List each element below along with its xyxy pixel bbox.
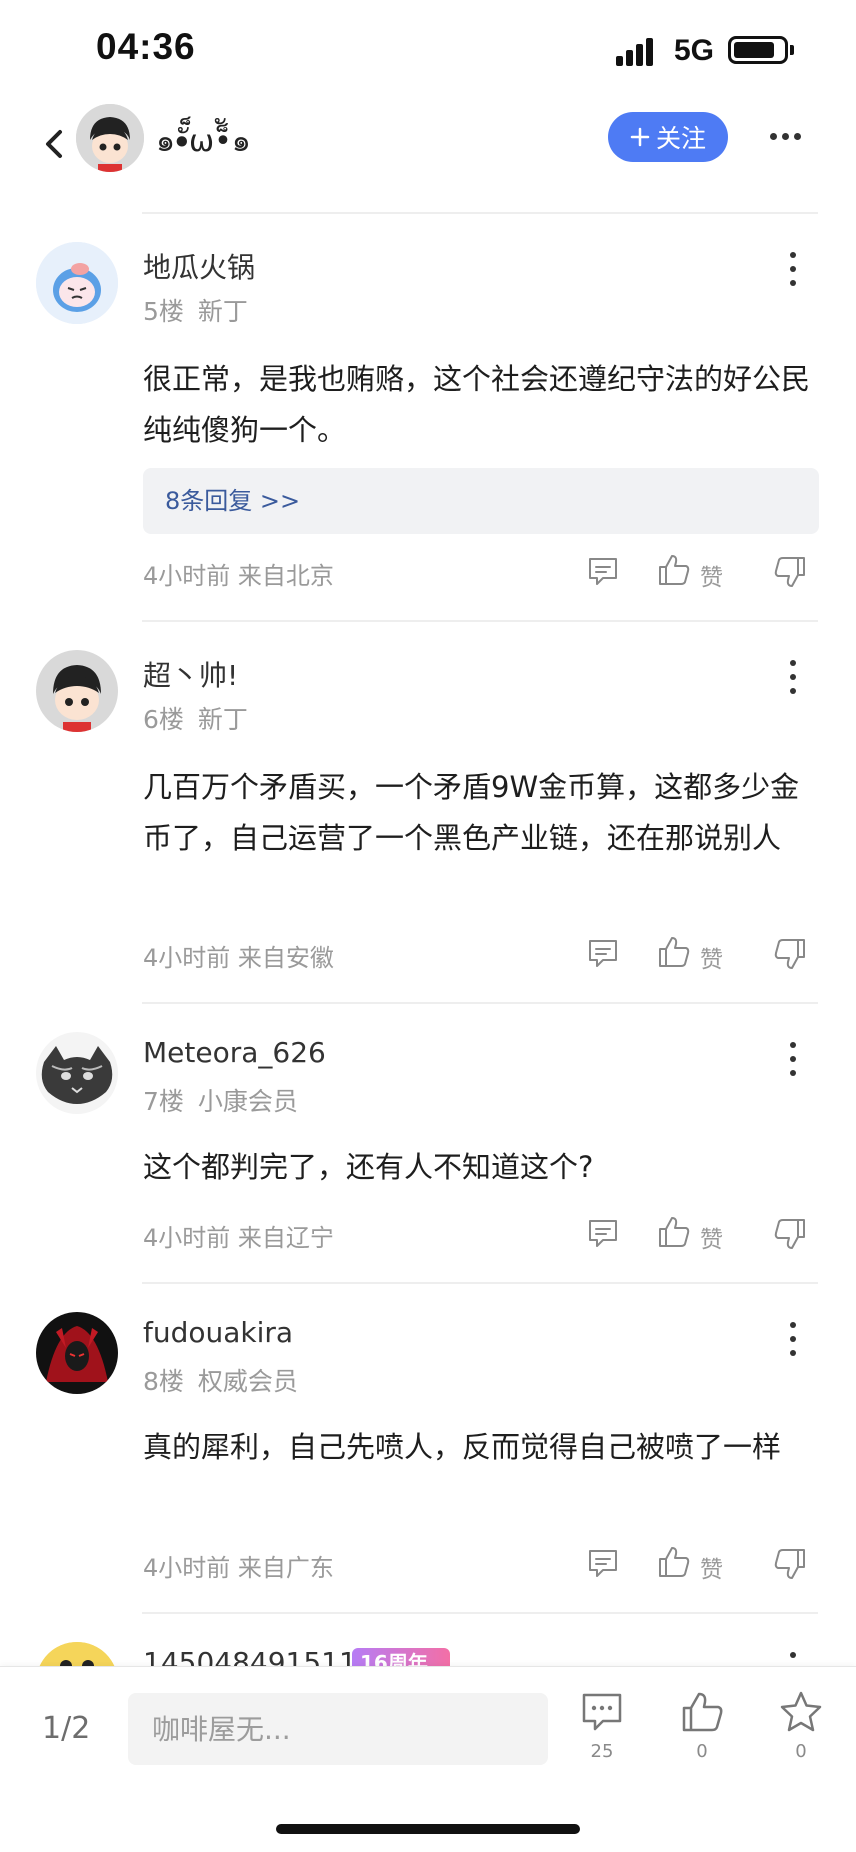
like-count: 0 — [696, 1741, 708, 1762]
comment-footer: 4小时前 来自广东 赞 — [0, 1544, 856, 1584]
comments-button[interactable]: 25 — [572, 1689, 632, 1762]
comment-count: 25 — [590, 1741, 614, 1762]
plus-icon — [630, 127, 650, 147]
commenter-name[interactable]: Meteora_626 — [143, 1036, 326, 1069]
reply-icon[interactable] — [586, 1546, 620, 1580]
comment-meta: 7楼 小康会员 — [143, 1082, 298, 1118]
thumbs-up-icon[interactable] — [656, 1544, 692, 1580]
chevron-left-icon — [46, 130, 62, 158]
comment-more-button[interactable] — [788, 252, 798, 286]
status-time: 04:36 — [96, 26, 196, 67]
thumbs-up-icon[interactable] — [656, 934, 692, 970]
commenter-name[interactable]: fudouakira — [143, 1316, 293, 1349]
comment-text: 几百万个矛盾买，一个矛盾9W金币算，这都多少金币了，自己运营了一个黑色产业链，还… — [143, 770, 800, 855]
view-replies-link[interactable]: 8条回复 >> — [143, 468, 819, 534]
floor-label: 7楼 — [143, 1087, 184, 1116]
thumbs-up-icon — [682, 1692, 723, 1732]
comment-footer: 4小时前 来自北京 赞 — [0, 552, 856, 592]
thumbs-up-icon[interactable] — [656, 552, 692, 588]
reply-icon[interactable] — [586, 936, 620, 970]
divider — [142, 212, 818, 214]
reply-icon[interactable] — [586, 554, 620, 588]
floor-label: 8楼 — [143, 1367, 184, 1396]
home-indicator[interactable] — [276, 1824, 580, 1834]
commenter-avatar[interactable] — [36, 1312, 118, 1394]
status-bar: 04:36 5G — [0, 0, 856, 100]
comment-meta: 5楼 新丁 — [143, 292, 248, 328]
comment-text: 很正常，是我也贿赂，这个社会还遵纪守法的好公民纯纯傻狗一个。 — [143, 362, 811, 447]
author-avatar[interactable] — [76, 104, 144, 172]
dot-icon — [770, 132, 777, 140]
commenter-name[interactable]: 超丶帅! — [143, 654, 238, 694]
commenter-avatar[interactable] — [36, 1032, 118, 1114]
like-label[interactable]: 赞 — [700, 1220, 723, 1254]
comment-meta: 8楼 权威会员 — [143, 1362, 298, 1398]
floor-label: 5楼 — [143, 297, 184, 326]
commenter-avatar[interactable] — [36, 242, 118, 324]
thumbs-up-icon[interactable] — [656, 1214, 692, 1250]
member-level: 新丁 — [197, 705, 248, 734]
divider — [142, 620, 818, 622]
comment-bubble-icon — [582, 1693, 622, 1731]
battery-icon — [728, 36, 788, 64]
follow-label: 关注 — [655, 124, 706, 153]
member-level: 权威会员 — [197, 1367, 298, 1396]
dot-icon — [794, 132, 801, 140]
comment-time-location: 4小时前 来自安徽 — [143, 944, 334, 972]
like-label[interactable]: 赞 — [700, 1550, 723, 1584]
member-level: 新丁 — [197, 297, 248, 326]
comment-more-button[interactable] — [788, 660, 798, 694]
author-name[interactable]: ๑•ั็ω•็ั๑ — [156, 118, 251, 165]
thumbs-down-icon[interactable] — [772, 1216, 808, 1252]
commenter-name[interactable]: 地瓜火锅 — [143, 246, 255, 286]
page-indicator[interactable]: 1/2 — [42, 1711, 90, 1746]
star-count: 0 — [795, 1741, 807, 1762]
battery-tip — [790, 45, 794, 55]
network-label: 5G — [674, 34, 715, 67]
star-icon — [780, 1691, 822, 1732]
comment-time-location: 4小时前 来自辽宁 — [143, 1224, 334, 1252]
thumbs-down-icon[interactable] — [772, 554, 808, 590]
thumbs-down-icon[interactable] — [772, 936, 808, 972]
reply-icon[interactable] — [586, 1216, 620, 1250]
follow-button[interactable]: 关注 — [608, 112, 728, 162]
comment-footer: 4小时前 来自辽宁 赞 — [0, 1214, 856, 1254]
divider — [142, 1612, 818, 1614]
comment-text: 真的犀利，自己先喷人，反而觉得自己被喷了一样 — [143, 1430, 782, 1464]
like-post-button[interactable]: 0 — [672, 1689, 732, 1762]
member-level: 小康会员 — [197, 1087, 298, 1116]
comment-more-button[interactable] — [788, 1042, 798, 1076]
comment-footer: 4小时前 来自安徽 赞 — [0, 934, 856, 974]
comment-more-button[interactable] — [788, 1322, 798, 1356]
like-label[interactable]: 赞 — [700, 940, 723, 974]
comment-input[interactable] — [128, 1693, 548, 1765]
favorite-button[interactable]: 0 — [771, 1689, 831, 1762]
signal-icon — [616, 36, 662, 66]
more-options-button[interactable] — [770, 126, 804, 146]
post-header: ๑•ั็ω•็ั๑ 关注 — [0, 100, 856, 212]
thumbs-down-icon[interactable] — [772, 1546, 808, 1582]
dot-icon — [782, 132, 789, 140]
divider — [142, 1002, 818, 1004]
comment-time-location: 4小时前 来自北京 — [143, 562, 334, 590]
like-label[interactable]: 赞 — [700, 558, 723, 592]
floor-label: 6楼 — [143, 705, 184, 734]
divider — [142, 1282, 818, 1284]
commenter-avatar[interactable] — [36, 650, 118, 732]
comment-text: 这个都判完了，还有人不知道这个? — [143, 1150, 594, 1184]
back-button[interactable] — [40, 124, 70, 164]
comment-meta: 6楼 新丁 — [143, 700, 248, 736]
comment-time-location: 4小时前 来自广东 — [143, 1554, 334, 1582]
